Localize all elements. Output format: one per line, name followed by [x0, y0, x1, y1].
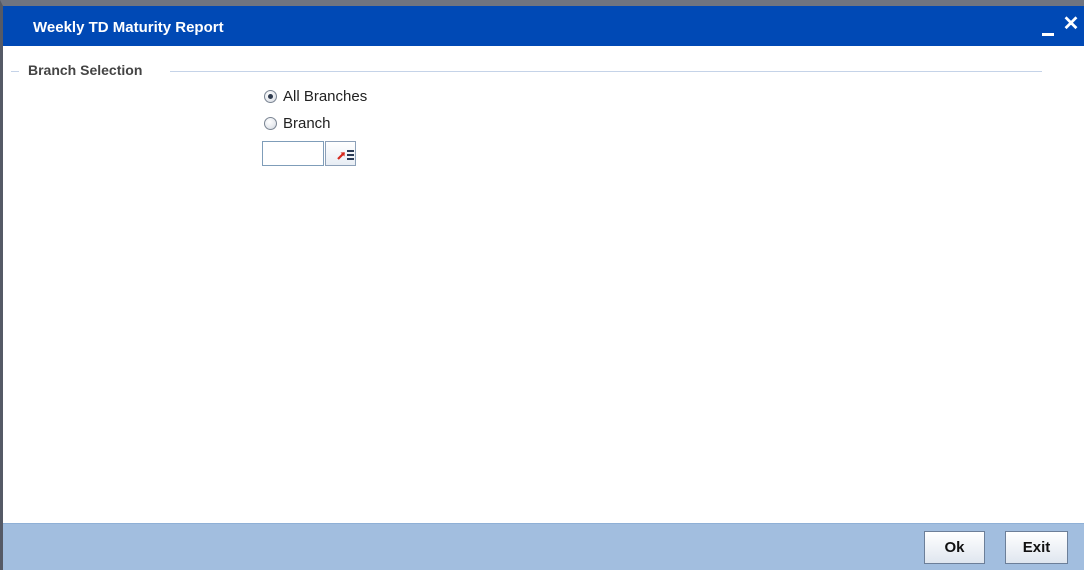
- exit-button[interactable]: Exit: [1005, 531, 1068, 564]
- title-bar[interactable]: Weekly TD Maturity Report ✕: [3, 6, 1084, 46]
- content-area: Branch Selection All Branches Branch: [3, 46, 1084, 524]
- fieldset-divider-right: [170, 71, 1042, 72]
- minimize-icon[interactable]: [1042, 18, 1054, 38]
- list-of-values-icon: [337, 150, 354, 160]
- branch-option[interactable]: Branch: [264, 113, 331, 133]
- report-window: Weekly TD Maturity Report ✕ Branch Selec…: [0, 0, 1084, 570]
- branch-code-input[interactable]: [262, 141, 324, 166]
- branch-lov-button[interactable]: [325, 141, 356, 166]
- ok-button[interactable]: Ok: [924, 531, 985, 564]
- footer-bar: Ok Exit: [3, 523, 1084, 570]
- branch-label: Branch: [283, 114, 331, 132]
- close-icon[interactable]: ✕: [1062, 14, 1080, 34]
- all-branches-label: All Branches: [283, 87, 368, 105]
- all-branches-option[interactable]: All Branches: [264, 86, 367, 106]
- fieldset-divider-left: [11, 71, 19, 72]
- branch-selection-legend: Branch Selection: [28, 62, 143, 78]
- branch-radio[interactable]: [264, 116, 277, 130]
- window-title: Weekly TD Maturity Report: [33, 19, 224, 36]
- all-branches-radio[interactable]: [264, 89, 277, 103]
